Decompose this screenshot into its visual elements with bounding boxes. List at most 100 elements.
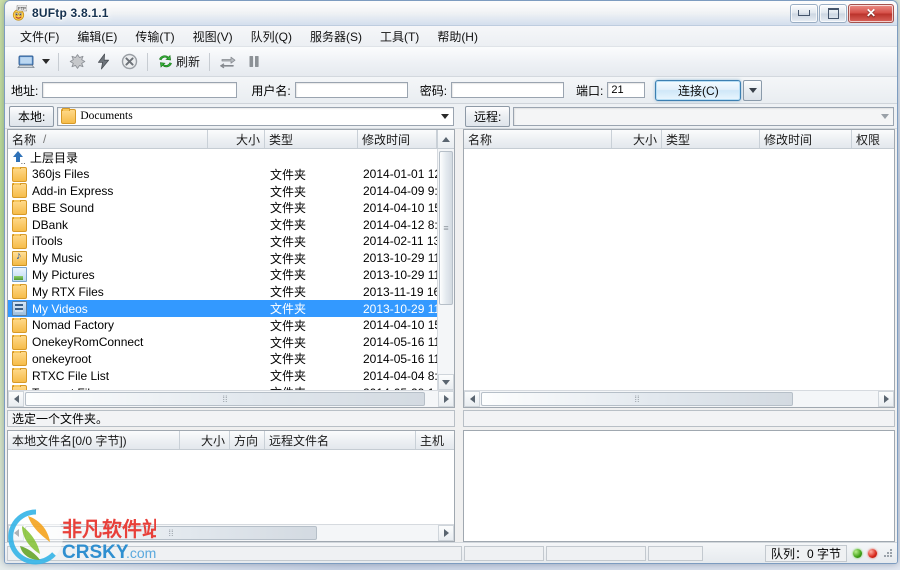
queue-col-size[interactable]: 大小 xyxy=(180,431,230,449)
queue-col-host[interactable]: 主机 xyxy=(416,431,454,449)
local-col-size[interactable]: 大小 xyxy=(208,130,265,148)
table-row[interactable]: .. 上层目录 xyxy=(8,149,437,166)
queue-hscroll-right[interactable] xyxy=(438,525,454,541)
queue-hscrollbar[interactable]: ⁞⁞ xyxy=(8,524,454,541)
desktop-background: FTP 8UFtp 3.8.1.1 ✕ 文件(F) 编辑(E) 传输(T) 视图… xyxy=(0,0,900,570)
status-bar: 队列：0 字节 xyxy=(5,542,897,563)
refresh-button[interactable]: 刷新 xyxy=(153,51,204,72)
table-row[interactable]: OnekeyRomConnect 文件夹 2014-05-16 11:... xyxy=(8,334,437,351)
queue-hscroll-left[interactable] xyxy=(8,525,24,541)
resize-grip[interactable] xyxy=(882,547,894,559)
connect-button[interactable]: 连接(C) xyxy=(655,79,742,101)
remote-hscrollbar[interactable]: ⁞⁞ xyxy=(464,390,894,407)
cancel-button[interactable] xyxy=(116,50,142,74)
local-path-combo[interactable]: Documents xyxy=(57,106,454,126)
local-hscroll-track[interactable]: ⁞⁞ xyxy=(24,391,438,407)
refresh-icon xyxy=(159,54,172,68)
table-row[interactable]: My Music 文件夹 2013-10-29 11:... xyxy=(8,250,437,267)
remote-path-combo[interactable] xyxy=(513,106,894,126)
table-row[interactable]: DBank 文件夹 2014-04-12 8:03 xyxy=(8,216,437,233)
remote-col-permissions[interactable]: 权限 xyxy=(852,130,894,148)
transfer-queue-list[interactable]: 本地文件名[0/0 字节]) 大小 方向 远程文件名 主机 ⁞⁞ xyxy=(7,430,455,542)
local-path-button[interactable]: 本地: xyxy=(9,105,55,127)
file-name-text: Add-in Express xyxy=(32,183,114,198)
local-vscroll-down[interactable] xyxy=(438,374,454,390)
username-input[interactable] xyxy=(294,82,408,98)
menu-transfer[interactable]: 传输(T) xyxy=(126,26,183,47)
local-hscrollbar[interactable]: ⁞⁞ xyxy=(8,390,454,407)
site-manager-button[interactable] xyxy=(13,50,39,74)
local-vscroll-track[interactable]: ≡ xyxy=(438,149,454,374)
menu-queue[interactable]: 队列(Q) xyxy=(242,26,301,47)
table-row[interactable]: My RTX Files 文件夹 2013-11-19 16:... xyxy=(8,283,437,300)
remote-col-modified[interactable]: 修改时间 xyxy=(760,130,852,148)
queue-hscroll-thumb[interactable]: ⁞⁞ xyxy=(25,526,317,540)
remote-rows[interactable] xyxy=(464,149,894,390)
table-row[interactable]: Nomad Factory 文件夹 2014-04-10 15:... xyxy=(8,317,437,334)
menu-server[interactable]: 服务器(S) xyxy=(301,26,371,47)
table-row[interactable]: My Pictures 文件夹 2013-10-29 11:... xyxy=(8,267,437,284)
local-path-dropdown[interactable] xyxy=(437,108,452,125)
remote-hscroll-left[interactable] xyxy=(464,391,480,407)
remote-col-size[interactable]: 大小 xyxy=(612,130,662,148)
minimize-button[interactable] xyxy=(790,3,818,23)
local-hscroll-thumb[interactable]: ⁞⁞ xyxy=(25,392,425,406)
password-input[interactable] xyxy=(451,82,565,98)
menu-tools[interactable]: 工具(T) xyxy=(371,26,428,47)
remote-col-name[interactable]: 名称 xyxy=(464,130,612,148)
connect-dropdown-button[interactable] xyxy=(743,79,763,101)
queue-col-remotefile[interactable]: 远程文件名 xyxy=(265,431,416,449)
menu-file[interactable]: 文件(F) xyxy=(11,26,68,47)
music-folder-icon xyxy=(12,250,27,266)
site-manager-dropdown[interactable] xyxy=(39,50,53,74)
table-row[interactable]: BBE Sound 文件夹 2014-04-10 15:... xyxy=(8,199,437,216)
pause-button[interactable] xyxy=(241,50,267,74)
queue-col-direction[interactable]: 方向 xyxy=(230,431,265,449)
remote-path-button[interactable]: 远程: xyxy=(465,105,511,127)
table-row[interactable]: 360js Files 文件夹 2014-01-01 12:... xyxy=(8,166,437,183)
local-hscroll-left[interactable] xyxy=(8,391,24,407)
file-name-cell: My Pictures xyxy=(8,267,208,283)
folder-icon xyxy=(12,200,27,216)
title-bar[interactable]: FTP 8UFtp 3.8.1.1 ✕ xyxy=(5,1,897,26)
table-row[interactable]: RTXC File List 文件夹 2014-04-04 8:56 xyxy=(8,367,437,384)
remote-hscroll-track[interactable]: ⁞⁞ xyxy=(480,391,878,407)
maximize-button[interactable] xyxy=(819,3,847,23)
remote-hscroll-right[interactable] xyxy=(878,391,894,407)
remote-path-dropdown[interactable] xyxy=(877,108,892,125)
menu-view[interactable]: 视图(V) xyxy=(184,26,242,47)
port-input[interactable] xyxy=(607,82,646,98)
file-modified-cell: 2013-11-19 16:... xyxy=(363,284,437,299)
table-row[interactable]: iTools 文件夹 2014-02-11 13:... xyxy=(8,233,437,250)
address-input[interactable] xyxy=(42,82,238,98)
local-hscroll-right[interactable] xyxy=(438,391,454,407)
log-output[interactable] xyxy=(463,430,895,542)
queue-rows[interactable] xyxy=(8,450,454,524)
local-path-value: Documents xyxy=(80,110,133,122)
remote-col-type[interactable]: 类型 xyxy=(662,130,760,148)
local-vscroll-thumb[interactable]: ≡ xyxy=(439,151,453,305)
disconnect-button[interactable] xyxy=(64,50,90,74)
table-row[interactable]: onekeyroot 文件夹 2014-05-16 11:... xyxy=(8,351,437,368)
menu-help[interactable]: 帮助(H) xyxy=(428,26,487,47)
remote-file-list[interactable]: 名称 大小 类型 修改时间 权限 ⁞⁞ xyxy=(463,129,895,408)
menu-edit[interactable]: 编辑(E) xyxy=(68,26,126,47)
local-col-type[interactable]: 类型 xyxy=(265,130,358,148)
file-name-cell: My RTX Files xyxy=(8,284,208,300)
close-button[interactable]: ✕ xyxy=(848,3,894,23)
file-name-text: 360js Files xyxy=(32,167,90,182)
local-vscrollbar[interactable]: ≡ xyxy=(437,149,454,390)
quick-connect-button[interactable] xyxy=(90,50,116,74)
file-name-text: DBank xyxy=(32,217,69,232)
local-col-name[interactable]: 名称 / xyxy=(8,130,208,148)
local-col-modified[interactable]: 修改时间 xyxy=(358,130,437,148)
transfer-button[interactable] xyxy=(215,50,241,74)
local-scroll-up-corner[interactable] xyxy=(437,130,454,148)
remote-hscroll-thumb[interactable]: ⁞⁞ xyxy=(481,392,793,406)
local-file-list[interactable]: 名称 / 大小 类型 修改时间 .. 上层目录 360js Files 文件夹 2014… xyxy=(7,129,455,408)
table-row[interactable]: My Videos 文件夹 2013-10-29 11:... xyxy=(8,300,437,317)
local-rows[interactable]: ..上层目录360js Files文件夹2014-01-01 12:...Add… xyxy=(8,149,437,390)
queue-col-localfile[interactable]: 本地文件名[0/0 字节]) xyxy=(8,431,180,449)
table-row[interactable]: Add-in Express 文件夹 2014-04-09 9:31 xyxy=(8,183,437,200)
queue-hscroll-track[interactable]: ⁞⁞ xyxy=(24,525,438,541)
